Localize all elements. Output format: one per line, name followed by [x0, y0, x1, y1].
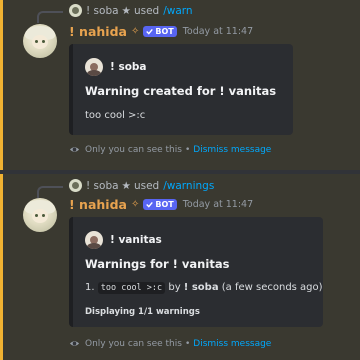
check-icon: [146, 28, 154, 35]
check-icon: [146, 201, 154, 208]
embed-author-avatar: [85, 58, 103, 76]
embed-author: ! soba: [85, 58, 147, 76]
ephemeral-notice: Only you can see this • Dismiss message: [69, 338, 271, 349]
dismiss-message-link[interactable]: Dismiss message: [193, 145, 271, 155]
embed: ! soba Warning created for ! vanitas too…: [69, 44, 293, 135]
bot-tag-label: BOT: [155, 27, 174, 36]
bot-tag: BOT: [143, 199, 177, 210]
embed-author-name: ! soba: [110, 61, 147, 73]
reply-spine: [37, 186, 63, 198]
reply-user: ! soba: [86, 4, 119, 17]
reply-verb: used: [133, 179, 160, 192]
reply-star-icon: ★: [121, 4, 131, 17]
message-header: ! nahida ✧ BOT Today at 11:47: [69, 197, 253, 212]
message-header: ! nahida ✧ BOT Today at 11:47: [69, 24, 253, 39]
embed-description: too cool >:c: [85, 110, 146, 121]
embed-title: Warning created for ! vanitas: [85, 84, 277, 98]
bot-tag: BOT: [143, 26, 177, 37]
warning-time: (a few seconds ago): [221, 282, 323, 293]
reply-command[interactable]: /warnings: [163, 180, 214, 192]
ephemeral-notice: Only you can see this • Dismiss message: [69, 144, 271, 155]
sparkle-icon: ✧: [130, 199, 140, 210]
embed-author-avatar: [85, 231, 103, 249]
embed-description: 1. too cool >:c by ! soba (a few seconds…: [85, 282, 323, 294]
reply-avatar: [69, 4, 82, 17]
embed: ! vanitas Warnings for ! vanitas 1. too …: [69, 217, 323, 327]
timestamp[interactable]: Today at 11:47: [183, 26, 253, 37]
ephemeral-text: Only you can see this: [85, 144, 182, 155]
message-warn: ! soba ★ used /warn ! nahida ✧ BOT Today…: [0, 0, 360, 170]
ephemeral-text: Only you can see this: [85, 338, 182, 349]
ephemeral-separator: •: [184, 144, 191, 155]
warning-moderator: ! soba: [183, 282, 219, 293]
ephemeral-separator: •: [184, 338, 191, 349]
reply-reference[interactable]: ! soba ★ used /warnings: [69, 179, 214, 192]
username[interactable]: ! nahida: [69, 197, 127, 212]
reply-user: ! soba: [86, 179, 119, 192]
embed-title: Warnings for ! vanitas: [85, 257, 230, 271]
reply-verb: used: [133, 4, 160, 17]
eye-icon: [69, 147, 80, 152]
bot-tag-label: BOT: [155, 200, 174, 209]
avatar[interactable]: [23, 24, 57, 58]
warning-index: 1.: [85, 282, 95, 293]
embed-author-name: ! vanitas: [110, 234, 162, 246]
reply-avatar: [69, 179, 82, 192]
embed-author: ! vanitas: [85, 231, 162, 249]
reply-command[interactable]: /warn: [163, 5, 192, 17]
reply-star-icon: ★: [121, 179, 131, 192]
avatar[interactable]: [23, 198, 57, 232]
dismiss-message-link[interactable]: Dismiss message: [193, 339, 271, 349]
message-warnings: ! soba ★ used /warnings ! nahida ✧ BOT T…: [0, 174, 360, 360]
eye-icon: [69, 341, 80, 346]
reply-spine: [37, 11, 63, 23]
embed-footer: Displaying 1/1 warnings: [85, 307, 200, 317]
warning-by: by: [168, 282, 181, 293]
warning-reason-code: too cool >:c: [97, 282, 166, 294]
reply-reference[interactable]: ! soba ★ used /warn: [69, 4, 193, 17]
username[interactable]: ! nahida: [69, 24, 127, 39]
timestamp[interactable]: Today at 11:47: [183, 199, 253, 210]
sparkle-icon: ✧: [130, 26, 140, 37]
